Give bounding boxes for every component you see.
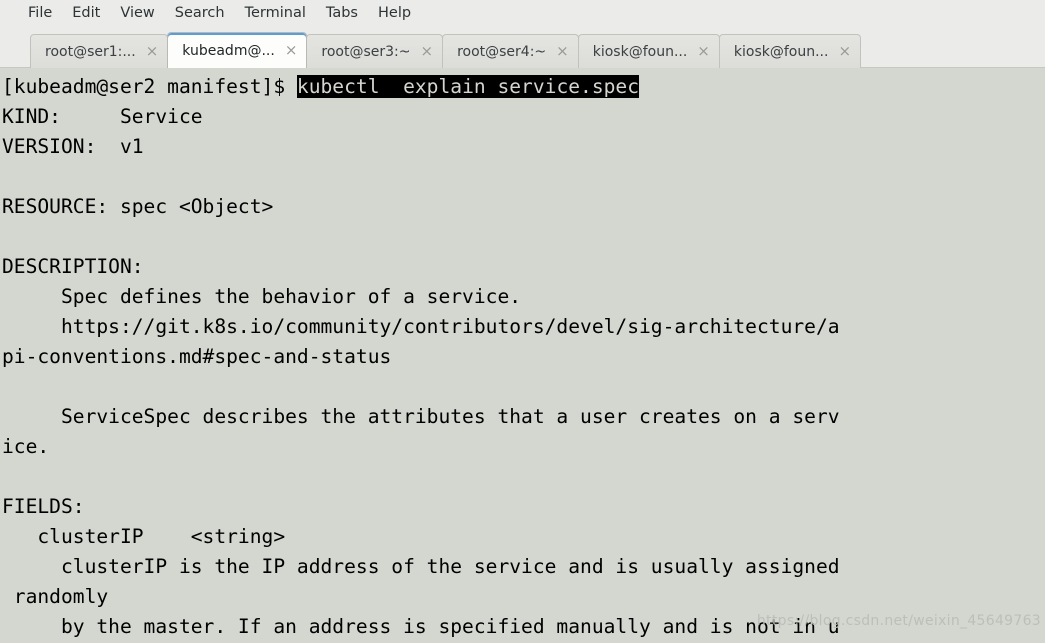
tab-label: kubeadm@... <box>182 42 275 59</box>
menu-item-tabs[interactable]: Tabs <box>316 0 368 26</box>
shell-prompt: [kubeadm@ser2 manifest]$ <box>2 75 297 98</box>
terminal-line: https://git.k8s.io/community/contributor… <box>2 315 840 338</box>
terminal-line: ServiceSpec describes the attributes tha… <box>2 405 840 428</box>
terminal-line: KIND: Service <box>2 105 203 128</box>
close-icon[interactable]: × <box>838 44 851 59</box>
menu-item-terminal[interactable]: Terminal <box>235 0 316 26</box>
close-icon[interactable]: × <box>146 44 159 59</box>
terminal-text-buffer: [kubeadm@ser2 manifest]$ kubectl explain… <box>2 72 1045 643</box>
terminal-line: randomly <box>2 585 109 608</box>
terminal-line: Spec defines the behavior of a service. <box>2 285 522 308</box>
terminal-prompt-line: [kubeadm@ser2 manifest]$ kubectl explain… <box>2 72 1045 102</box>
tab-root-ser4[interactable]: root@ser4:~ × <box>442 34 579 68</box>
menu-item-file[interactable]: File <box>18 0 62 26</box>
close-icon[interactable]: × <box>556 44 569 59</box>
tab-kiosk-2[interactable]: kiosk@foun... × <box>718 34 862 68</box>
close-icon[interactable]: × <box>697 44 710 59</box>
terminal-line: clusterIP is the IP address of the servi… <box>2 555 840 578</box>
terminal-line: pi-conventions.md#spec-and-status <box>2 345 392 368</box>
close-icon[interactable]: × <box>285 43 298 58</box>
tab-label: root@ser3:~ <box>321 43 411 60</box>
terminal-line: by the master. If an address is specifie… <box>2 615 840 638</box>
tab-label: root@ser1:... <box>45 43 136 60</box>
tab-bar: root@ser1:... × kubeadm@... × root@ser3:… <box>0 26 1045 68</box>
tab-label: root@ser4:~ <box>457 43 547 60</box>
selected-command[interactable]: kubectl explain service.spec <box>296 75 640 98</box>
tab-kubeadm[interactable]: kubeadm@... × <box>167 32 308 68</box>
terminal-line: ice. <box>2 435 50 458</box>
menu-item-search[interactable]: Search <box>165 0 235 26</box>
tab-kiosk-1[interactable]: kiosk@foun... × <box>577 34 720 68</box>
terminal-line: FIELDS: <box>2 495 85 518</box>
tab-root-ser3[interactable]: root@ser3:~ × <box>306 34 444 68</box>
terminal-line: VERSION: v1 <box>2 135 144 158</box>
terminal-line: RESOURCE: spec <Object> <box>2 195 274 218</box>
menu-item-help[interactable]: Help <box>368 0 421 26</box>
tab-root-ser1[interactable]: root@ser1:... × <box>30 34 169 68</box>
close-icon[interactable]: × <box>420 44 433 59</box>
terminal-line: DESCRIPTION: <box>2 255 144 278</box>
tab-label: kiosk@foun... <box>592 43 688 60</box>
terminal-output[interactable]: [kubeadm@ser2 manifest]$ kubectl explain… <box>0 68 1045 643</box>
tab-label: kiosk@foun... <box>733 43 829 60</box>
terminal-line: clusterIP <string> <box>2 525 286 548</box>
menu-item-edit[interactable]: Edit <box>62 0 110 26</box>
terminal-window: File Edit View Search Terminal Tabs Help… <box>0 0 1045 643</box>
menu-item-view[interactable]: View <box>110 0 164 26</box>
menu-bar: File Edit View Search Terminal Tabs Help <box>0 0 1045 26</box>
